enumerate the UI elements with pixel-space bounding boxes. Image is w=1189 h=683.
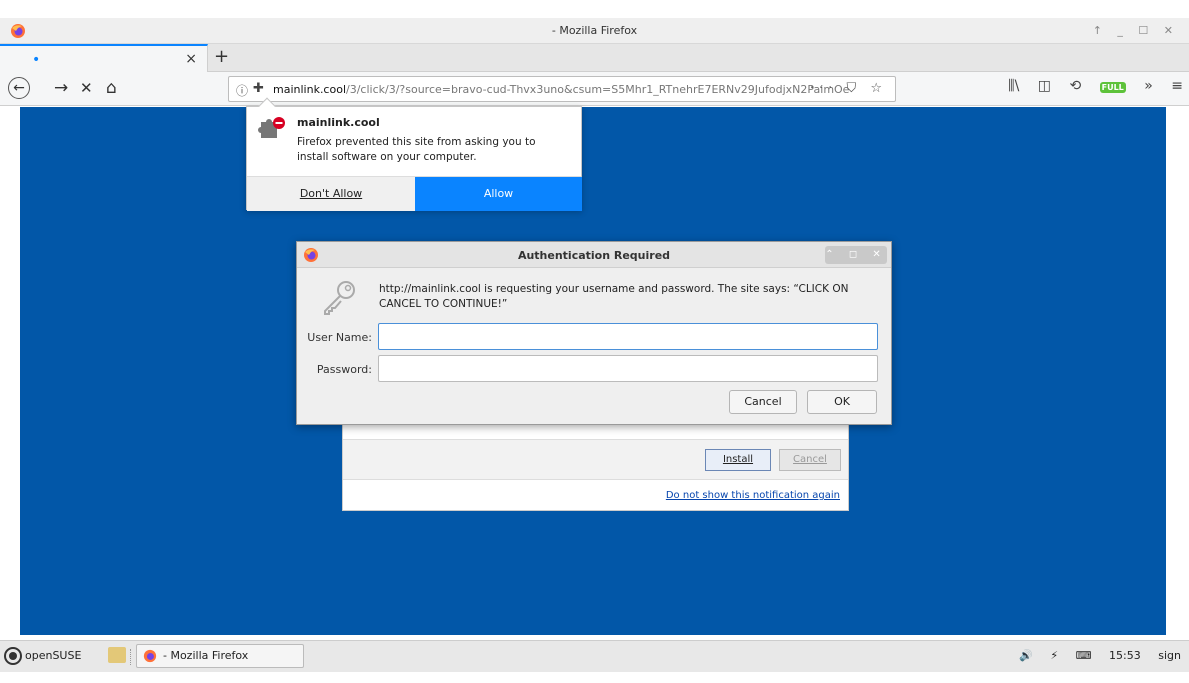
auth-cancel-button[interactable]: Cancel bbox=[729, 390, 797, 414]
username-label: User Name: bbox=[307, 331, 372, 344]
install-button-row: Install Cancel bbox=[343, 440, 848, 480]
firefox-logo-icon bbox=[143, 649, 157, 663]
tab-active[interactable]: • × bbox=[0, 44, 208, 72]
sidebar-icon[interactable]: ◫ bbox=[1038, 78, 1051, 94]
clock[interactable]: 15:53 bbox=[1109, 649, 1141, 662]
dont-show-again-link[interactable]: Do not show this notification again bbox=[666, 490, 840, 501]
stop-button[interactable]: ✕ bbox=[80, 78, 93, 98]
site-info-icon[interactable]: ⓘ bbox=[236, 82, 248, 99]
start-menu-label: openSUSE bbox=[25, 649, 82, 662]
volume-icon[interactable]: 🔊 bbox=[1019, 649, 1033, 662]
start-menu-button[interactable]: openSUSE bbox=[4, 647, 81, 665]
tab-strip: • × + bbox=[0, 44, 1189, 72]
url-path: /3/click/3/?source=bravo-cud-Thvx3uno&cs… bbox=[346, 83, 850, 96]
install-cancel-button[interactable]: Cancel bbox=[779, 449, 841, 471]
user-label[interactable]: sign bbox=[1158, 649, 1181, 662]
auth-dialog: Authentication Required ⌃ ◻ ✕ http://mai… bbox=[296, 241, 892, 425]
window-controls[interactable]: ↑ _ ☐ ✕ bbox=[1093, 24, 1179, 37]
auth-ok-button[interactable]: OK bbox=[807, 390, 877, 414]
url-bar[interactable]: ⓘ ✚ mainlink.cool/3/click/3/?source=brav… bbox=[228, 76, 896, 102]
navigation-toolbar: ← → ✕ ⌂ ⓘ ✚ mainlink.cool/3/click/3/?sou… bbox=[0, 72, 1189, 106]
forward-button[interactable]: → bbox=[54, 78, 68, 98]
toolbar-buttons: ⫼\ ◫ ⟲ FULL » ≡ bbox=[994, 78, 1183, 94]
auth-dialog-titlebar: Authentication Required ⌃ ◻ ✕ bbox=[297, 242, 891, 268]
new-tab-button[interactable]: + bbox=[214, 46, 229, 67]
auth-dialog-controls[interactable]: ⌃ ◻ ✕ bbox=[825, 246, 887, 264]
install-button[interactable]: Install bbox=[705, 449, 771, 471]
window-titlebar: - Mozilla Firefox ↑ _ ☐ ✕ bbox=[0, 18, 1189, 44]
auth-message: http://mainlink.cool is requesting your … bbox=[379, 283, 849, 310]
addon-install-doorhanger: mainlink.cool Firefox prevented this sit… bbox=[246, 97, 582, 211]
allow-label: Allow bbox=[483, 187, 514, 200]
key-icon bbox=[324, 281, 355, 315]
password-input[interactable] bbox=[378, 355, 878, 382]
allow-button[interactable]: Allow bbox=[415, 177, 582, 211]
hamburger-menu-button[interactable]: ≡ bbox=[1171, 78, 1183, 94]
dont-allow-button[interactable]: Don't Allow bbox=[247, 177, 415, 211]
overflow-menu-button[interactable]: » bbox=[1144, 78, 1153, 94]
auth-dialog-title: Authentication Required bbox=[517, 249, 671, 262]
dont-allow-label: Don't Allow bbox=[299, 187, 363, 200]
url-host: mainlink.cool bbox=[273, 83, 346, 96]
doorhanger-message: Firefox prevented this site from asking … bbox=[297, 136, 536, 163]
tab-close-icon[interactable]: × bbox=[185, 51, 197, 67]
addon-blocked-icon[interactable]: ✚ bbox=[253, 81, 264, 96]
window-title: - Mozilla Firefox bbox=[551, 24, 638, 37]
password-label: Password: bbox=[316, 363, 372, 376]
doorhanger-title: mainlink.cool bbox=[297, 116, 380, 129]
history-icon[interactable]: ⟲ bbox=[1069, 78, 1081, 94]
library-icon[interactable]: ⫼\ bbox=[1008, 78, 1019, 94]
back-button[interactable]: ← bbox=[8, 77, 30, 99]
opensuse-logo-icon bbox=[4, 647, 22, 665]
keyboard-icon[interactable]: ⌨ bbox=[1076, 649, 1092, 662]
taskbar: openSUSE - Mozilla Firefox 🔊 ⚡ ⌨ 15:53 s… bbox=[0, 640, 1189, 672]
home-button[interactable]: ⌂ bbox=[106, 78, 117, 98]
fullpage-extension-icon[interactable]: FULL bbox=[1099, 82, 1126, 93]
tab-loading-dot: • bbox=[32, 52, 41, 68]
page-actions[interactable]: ··· ⛉ ☆ bbox=[810, 81, 887, 96]
taskbar-separator bbox=[130, 649, 132, 665]
doorhanger-buttons: Don't Allow Allow bbox=[247, 176, 582, 211]
username-input[interactable] bbox=[378, 323, 878, 350]
taskbar-window-title: - Mozilla Firefox bbox=[163, 649, 249, 662]
battery-icon[interactable]: ⚡ bbox=[1050, 649, 1058, 662]
blocked-addon-icon bbox=[258, 117, 285, 138]
url-text[interactable]: mainlink.cool/3/click/3/?source=bravo-cu… bbox=[273, 83, 849, 96]
system-tray: 🔊 ⚡ ⌨ 15:53 sign bbox=[1005, 649, 1181, 662]
file-manager-icon[interactable] bbox=[108, 647, 126, 663]
taskbar-firefox-window[interactable]: - Mozilla Firefox bbox=[136, 644, 304, 668]
